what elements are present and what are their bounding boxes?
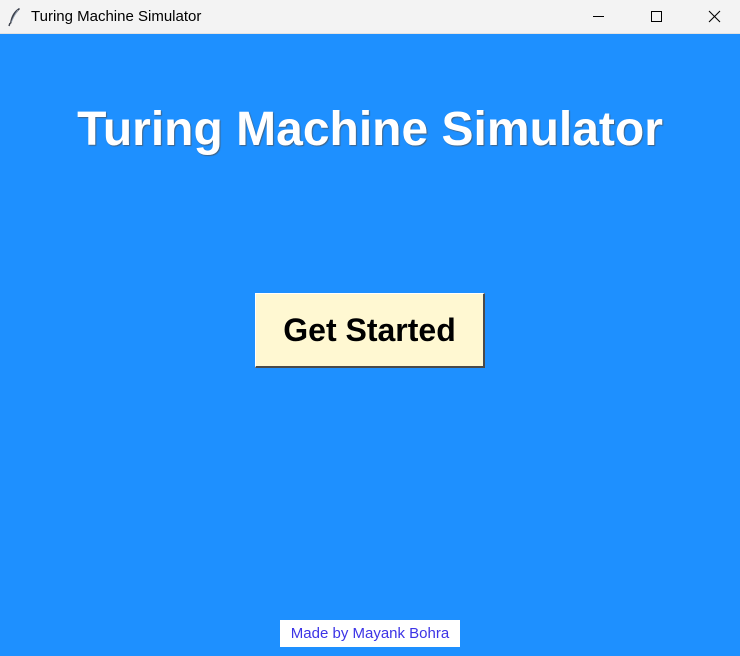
feather-icon bbox=[8, 7, 22, 27]
window-title: Turing Machine Simulator bbox=[31, 8, 202, 25]
get-started-button[interactable]: Get Started bbox=[255, 293, 485, 368]
credit-label: Made by Mayank Bohra bbox=[280, 620, 460, 647]
main-canvas: Turing Machine Simulator Get Started Mad… bbox=[0, 34, 740, 656]
minimize-button[interactable] bbox=[570, 0, 628, 33]
close-button[interactable] bbox=[685, 0, 740, 33]
title-bar[interactable]: Turing Machine Simulator bbox=[0, 0, 740, 34]
app-window: Turing Machine Simulator Turing Machine … bbox=[0, 0, 740, 656]
page-title: Turing Machine Simulator bbox=[77, 103, 663, 156]
maximize-button[interactable] bbox=[627, 0, 685, 33]
